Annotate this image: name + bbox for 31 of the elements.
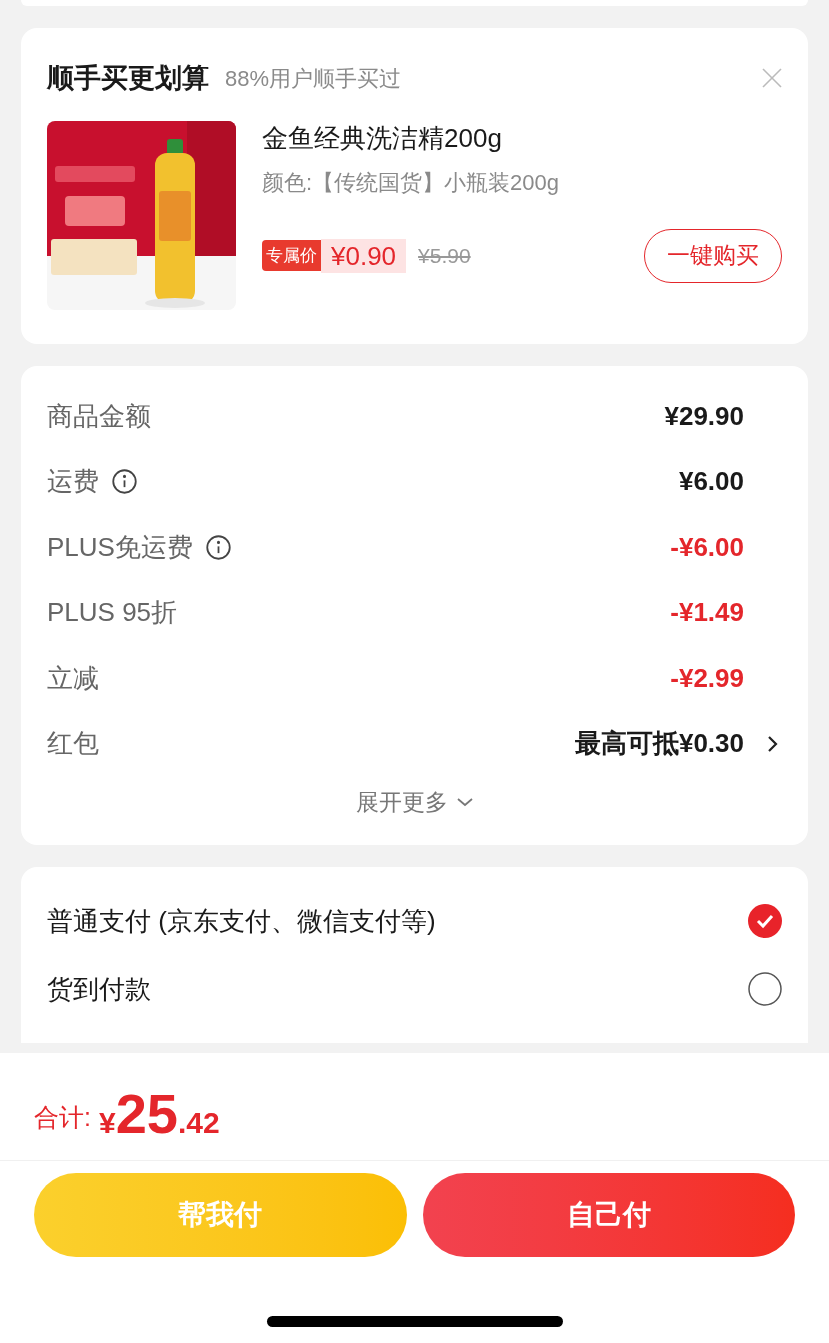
checked-radio-icon[interactable] bbox=[748, 904, 782, 938]
original-price: ¥5.90 bbox=[418, 242, 471, 269]
fee-value: -¥6.00 bbox=[670, 530, 744, 564]
payment-option[interactable]: 货到付款 bbox=[47, 969, 151, 1009]
fee-label: 商品金额 bbox=[47, 399, 151, 433]
product-name[interactable]: 金鱼经典洗洁精200g bbox=[262, 118, 782, 158]
price-tag: 专属价 bbox=[262, 239, 321, 272]
chevron-down-icon[interactable] bbox=[455, 796, 474, 807]
fee-value[interactable]: 最高可抵¥0.30 bbox=[574, 724, 744, 764]
total-amount: ¥25.42 bbox=[98, 1086, 220, 1142]
fee-label: 红包 bbox=[47, 727, 99, 761]
expand-more-link[interactable]: 展开更多 bbox=[355, 784, 448, 819]
pay-myself-button[interactable]: 自己付 bbox=[422, 1173, 795, 1257]
radio-icon[interactable] bbox=[748, 972, 782, 1006]
total-label: 合计: bbox=[34, 1101, 91, 1133]
fee-label: 运费 bbox=[47, 465, 99, 499]
exclusive-price: ¥0.90 bbox=[321, 238, 407, 273]
fee-value: -¥1.49 bbox=[670, 596, 744, 630]
payment-option[interactable]: 普通支付 (京东支付、微信支付等) bbox=[47, 901, 436, 941]
product-variant: 颜色:【传统国货】小瓶装200g bbox=[262, 168, 561, 197]
section-title: 顺手买更划算 bbox=[47, 62, 209, 95]
section-subtitle: 88%用户顺手买过 bbox=[225, 64, 402, 93]
fee-value: -¥2.99 bbox=[670, 661, 744, 695]
fee-label: PLUS 95折 bbox=[47, 596, 178, 630]
info-icon[interactable] bbox=[204, 533, 232, 561]
fee-label: 立减 bbox=[47, 661, 99, 695]
fee-value: ¥29.90 bbox=[664, 399, 744, 433]
chevron-right-icon[interactable] bbox=[766, 734, 778, 753]
fee-label: PLUS免运费 bbox=[47, 530, 193, 564]
fee-value: ¥6.00 bbox=[678, 465, 744, 499]
info-icon[interactable] bbox=[111, 468, 138, 496]
